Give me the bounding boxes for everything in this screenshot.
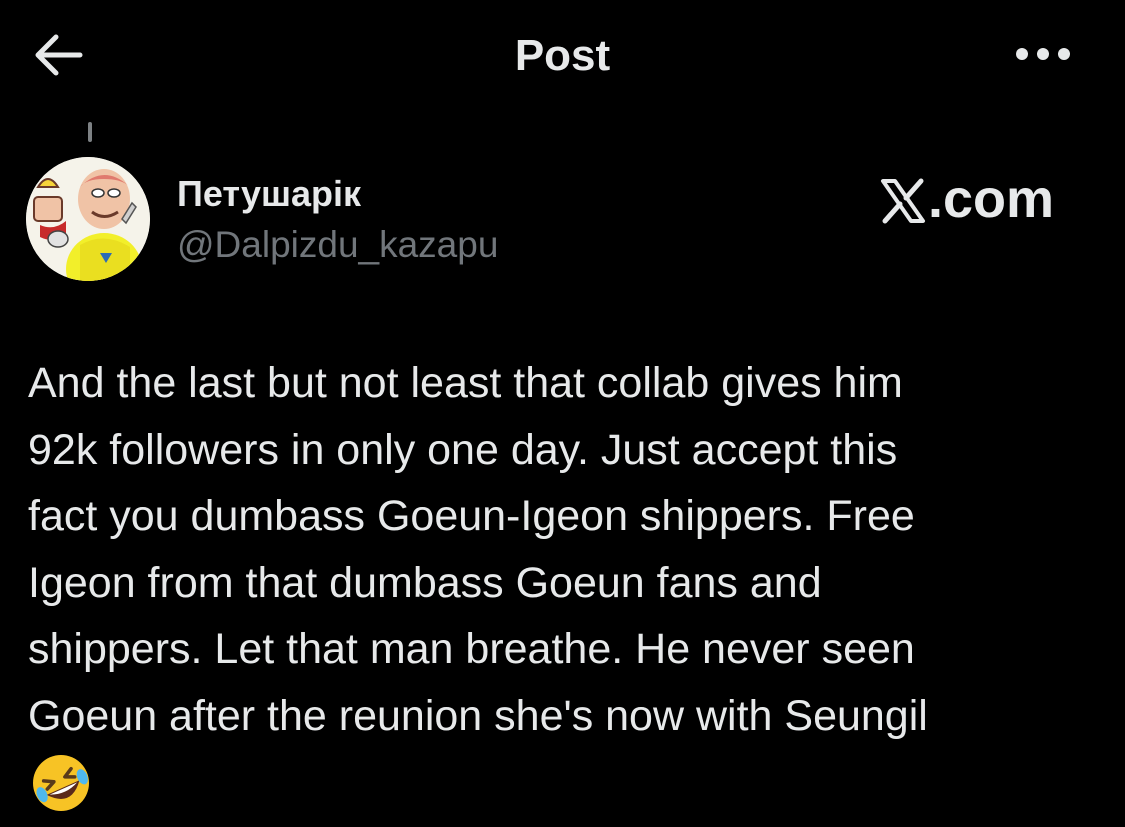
x-com-watermark: .com xyxy=(880,167,1070,231)
more-options-button[interactable] xyxy=(1005,35,1077,75)
page-title: Post xyxy=(514,31,611,80)
thread-connector-line xyxy=(88,122,92,142)
avatar[interactable] xyxy=(26,157,150,281)
top-navigation-bar: Post xyxy=(0,0,1125,110)
author-handle[interactable]: @Dalpizdu_kazapu xyxy=(177,222,498,268)
author-display-name[interactable]: Петушарік xyxy=(177,172,361,216)
rolling-on-floor-laughing-emoji xyxy=(30,752,92,814)
watermark-text: .com xyxy=(928,169,1055,229)
more-horizontal-icon xyxy=(1005,48,1077,79)
x-logo-icon xyxy=(880,169,928,229)
post-text: And the last but not least that collab g… xyxy=(28,359,928,740)
